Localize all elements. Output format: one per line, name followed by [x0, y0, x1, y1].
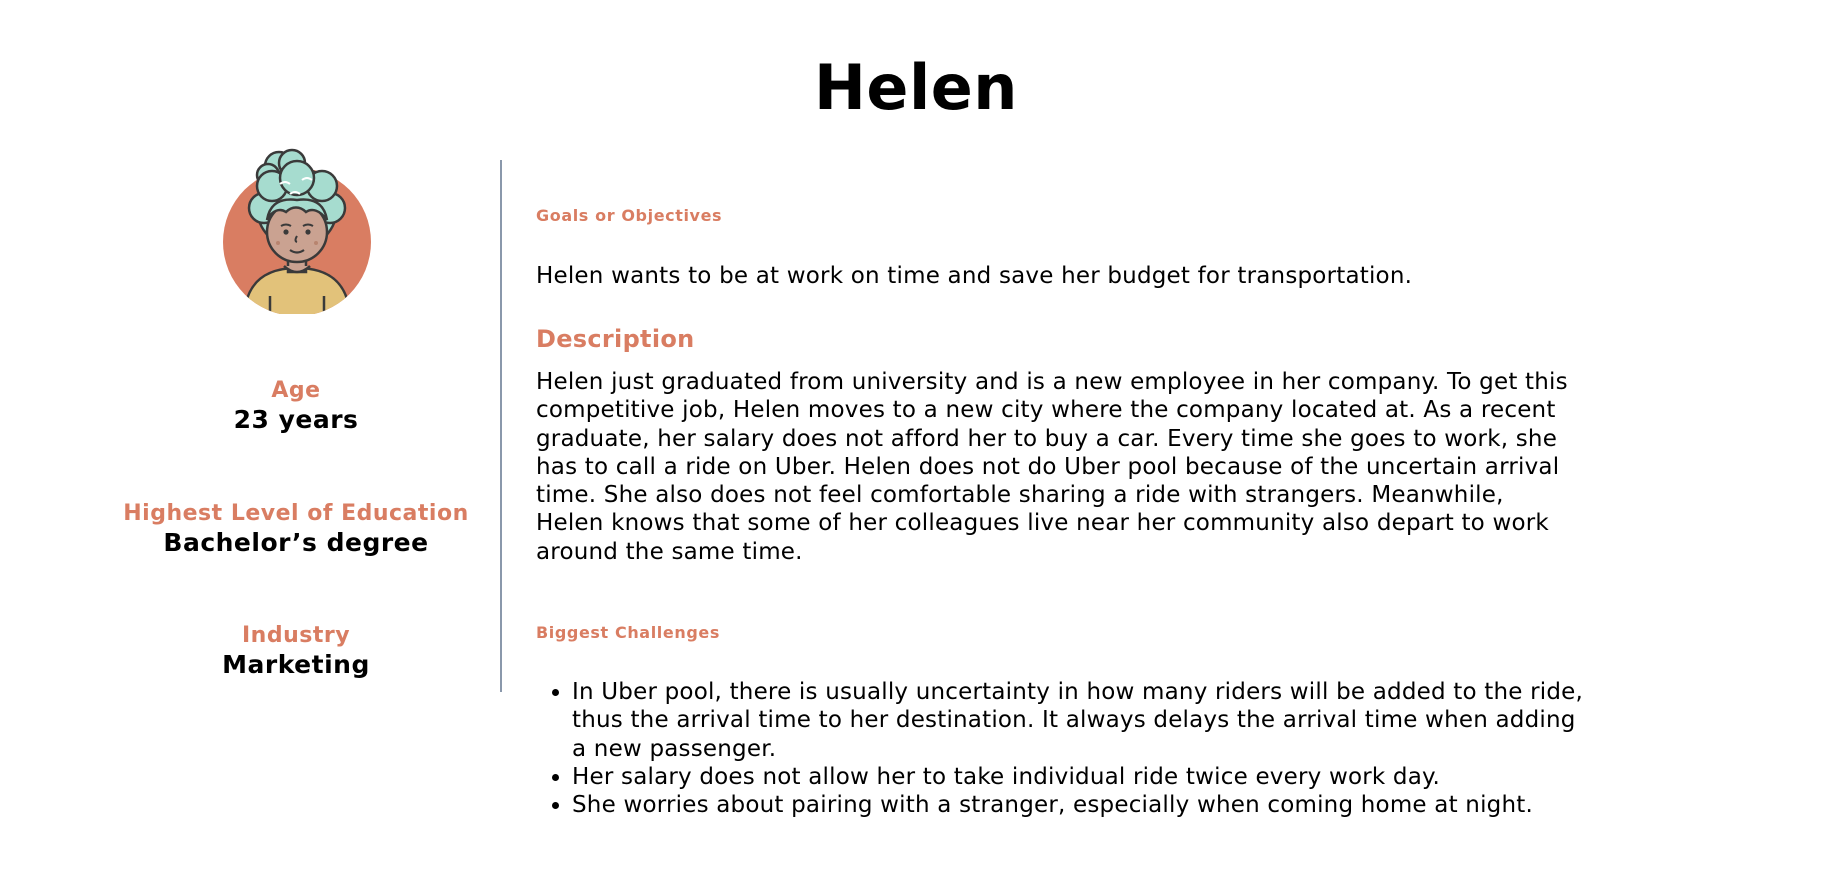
goals-text: Helen wants to be at work on time and sa… — [536, 263, 1413, 289]
age-block: Age 23 years — [96, 377, 496, 435]
column-divider — [500, 160, 502, 692]
woman-avatar-icon — [223, 148, 371, 314]
industry-label: Industry — [241, 623, 351, 648]
challenges-list-container: In Uber pool, there is usually uncertain… — [536, 678, 1596, 819]
challenges-heading-text: Biggest Challenges — [536, 623, 720, 642]
challenge-item: Her salary does not allow her to take in… — [572, 763, 1596, 791]
persona-name: Helen — [814, 51, 1018, 124]
description-text: Helen just graduated from university and… — [536, 369, 1568, 565]
education-value: Bachelor’s degree — [163, 528, 429, 557]
education-block: Highest Level of Education Bachelor’s de… — [96, 500, 496, 558]
industry-block: Industry Marketing — [96, 622, 496, 680]
challenges-heading: Biggest Challenges — [536, 623, 1616, 643]
goals-heading-text: Goals or Objectives — [536, 206, 723, 225]
challenge-item: She worries about pairing with a strange… — [572, 791, 1596, 819]
education-label: Highest Level of Education — [123, 501, 469, 526]
industry-value: Marketing — [222, 650, 370, 679]
challenge-item: In Uber pool, there is usually uncertain… — [572, 678, 1596, 763]
challenges-list: In Uber pool, there is usually uncertain… — [536, 678, 1596, 819]
description-heading-text: Description — [536, 325, 695, 353]
age-value: 23 years — [233, 405, 359, 434]
goals-heading: Goals or Objectives — [536, 206, 1616, 226]
description-heading: Description — [536, 324, 1616, 354]
age-label: Age — [271, 378, 321, 403]
